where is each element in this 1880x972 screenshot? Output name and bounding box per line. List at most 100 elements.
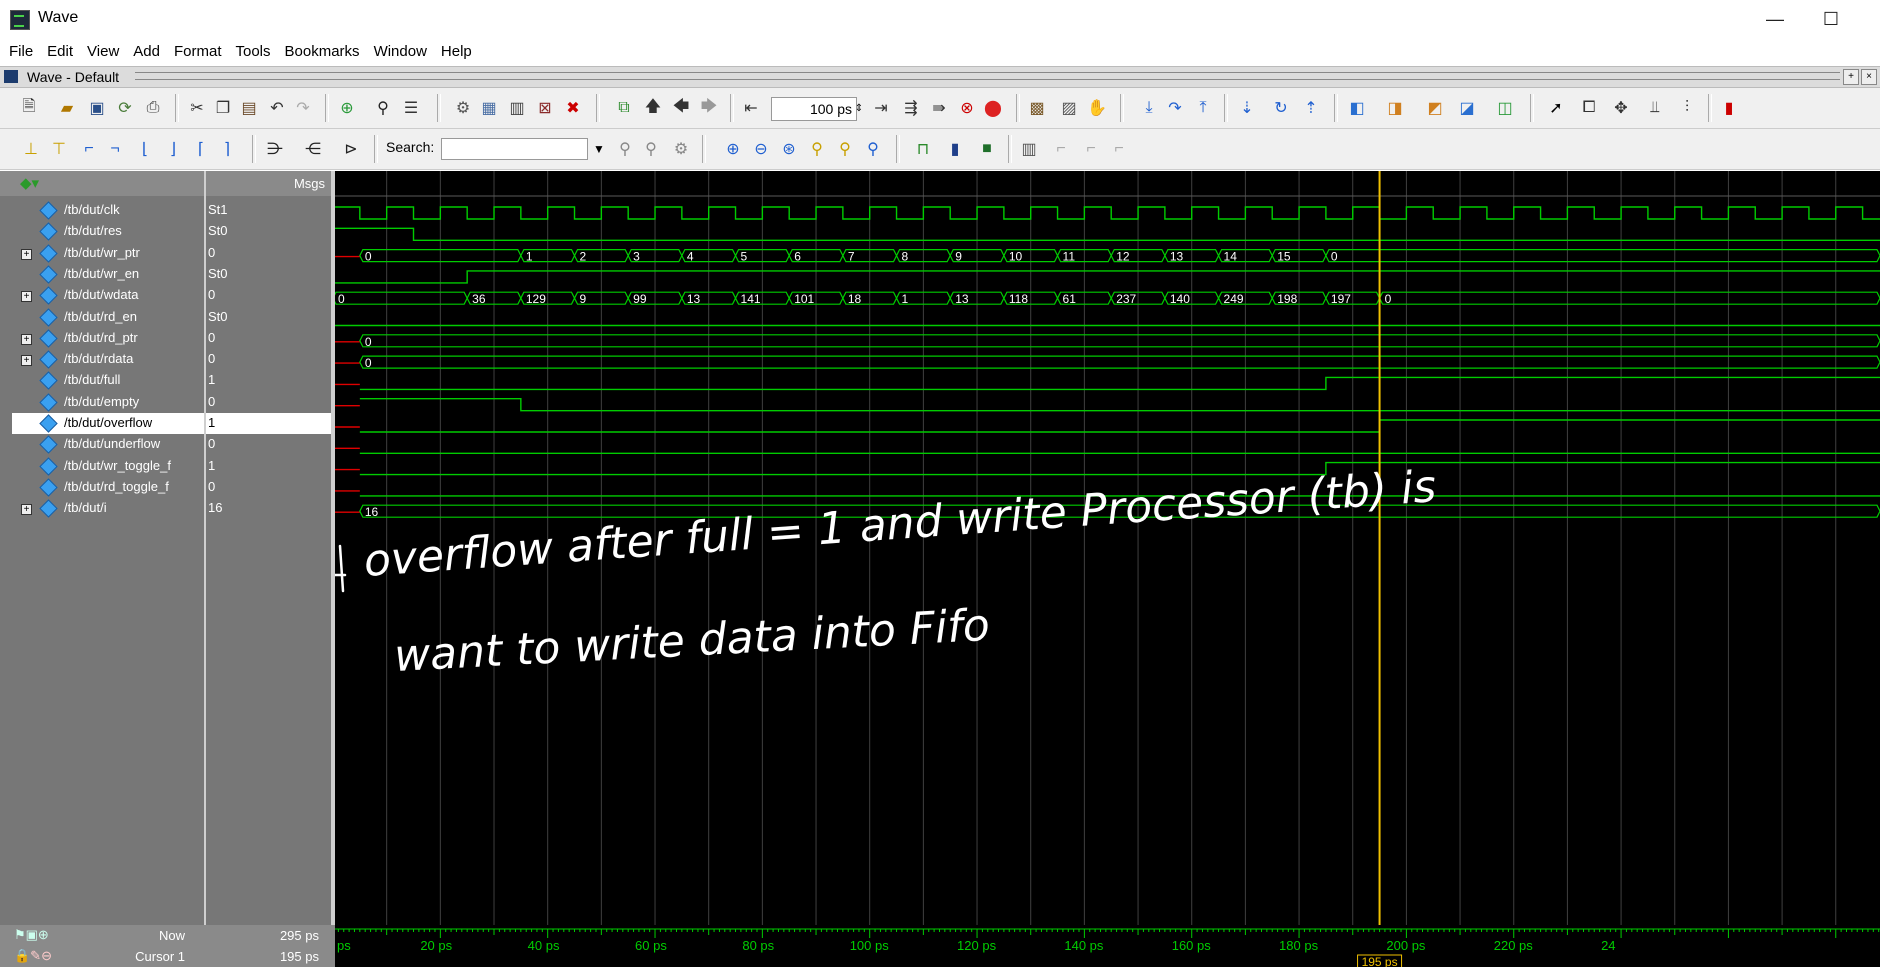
expand-toggle-icon[interactable]: + — [21, 248, 32, 260]
edge-icon-1[interactable]: ⊥ — [20, 138, 42, 160]
pan-icon[interactable]: ✥ — [1610, 97, 1632, 119]
zoom-in-icon[interactable]: ⊕ — [722, 138, 744, 160]
edit-icon[interactable]: ⫶ — [1676, 97, 1698, 119]
signal-value-row[interactable]: 0 — [206, 285, 331, 306]
signal-row[interactable]: + /tb/dut/wr_ptr — [12, 243, 204, 264]
up-arrow-icon[interactable]: 🡅 — [642, 97, 664, 119]
zoom-box-icon[interactable]: ⧠ — [1578, 97, 1600, 119]
run-all-icon[interactable]: ⇛ — [928, 97, 950, 119]
pane-drag-grip[interactable] — [135, 72, 1840, 80]
menu-tools[interactable]: Tools — [236, 43, 271, 60]
step-out-dropdown-icon[interactable]: ⇡ — [1300, 97, 1322, 119]
edge-icon-6[interactable]: ⌋ — [162, 138, 184, 160]
forward-arrow-icon[interactable]: 🡆 — [698, 97, 720, 119]
wave-format-icon-2[interactable]: ▮ — [944, 138, 966, 160]
signal-value-row[interactable]: St0 — [206, 307, 331, 328]
group-icon[interactable]: ⊳ — [340, 138, 362, 160]
simulate-icon[interactable]: ▥ — [506, 97, 528, 119]
signal-value-row[interactable]: 1 — [206, 370, 331, 391]
layout-icon-3[interactable]: ◩ — [1424, 97, 1446, 119]
expand-toggle-icon[interactable]: + — [21, 355, 32, 367]
step-over-icon[interactable]: ↷ — [1164, 97, 1186, 119]
signal-value-row[interactable]: St0 — [206, 264, 331, 285]
collapse-icon[interactable]: ⋺ — [264, 138, 286, 160]
maximize-button[interactable]: ☐ — [1808, 6, 1854, 32]
signal-row[interactable]: /tb/dut/res — [12, 221, 204, 242]
cursor-icon[interactable]: ⫫ — [1644, 97, 1666, 119]
wave-format-icon-3[interactable]: ■ — [976, 138, 998, 160]
wave-format-icon-5[interactable]: ⌐ — [1050, 138, 1072, 160]
signal-row[interactable]: + /tb/dut/wdata — [12, 285, 204, 306]
end-sim-icon[interactable]: ✖ — [562, 97, 584, 119]
run-length-field[interactable]: 100 ps — [771, 97, 857, 121]
menu-format[interactable]: Format — [174, 43, 222, 60]
search-prev-icon[interactable]: ⚲ — [614, 138, 636, 160]
open-folder-icon[interactable]: ▰ — [56, 97, 78, 119]
save-icon[interactable]: ▣ — [86, 97, 108, 119]
zoom-cursor-icon[interactable]: ⚲ — [806, 138, 828, 160]
menu-edit[interactable]: Edit — [47, 43, 73, 60]
signal-row[interactable]: /tb/dut/wr_en — [12, 264, 204, 285]
step-into-dropdown-icon[interactable]: ⇣ — [1236, 97, 1258, 119]
menu-add[interactable]: Add — [133, 43, 160, 60]
layout-icon-1[interactable]: ◧ — [1346, 97, 1368, 119]
layout-icon-4[interactable]: ◪ — [1456, 97, 1478, 119]
edge-icon-2[interactable]: ⊤ — [48, 138, 70, 160]
stop-icon[interactable]: ⊗ — [956, 97, 978, 119]
edge-icon-7[interactable]: ⌈ — [190, 138, 212, 160]
signal-row[interactable]: + /tb/dut/rdata — [12, 349, 204, 370]
reload-icon[interactable]: ⟳ — [114, 97, 136, 119]
signal-row[interactable]: + /tb/dut/i — [12, 498, 204, 519]
signal-value-row[interactable]: 1 — [206, 413, 331, 434]
zoom-range-icon[interactable]: ⚲ — [862, 138, 884, 160]
wave-format-icon-6[interactable]: ⌐ — [1080, 138, 1102, 160]
layout-icon-5[interactable]: ◫ — [1494, 97, 1516, 119]
edge-icon-5[interactable]: ⌊ — [134, 138, 156, 160]
print-icon[interactable]: ⎙ — [142, 97, 164, 119]
wave-format-icon-4[interactable]: ▥ — [1018, 138, 1040, 160]
dock-button[interactable]: + — [1843, 69, 1859, 85]
break-icon[interactable]: ⊠ — [534, 97, 556, 119]
close-pane-button[interactable]: × — [1861, 69, 1877, 85]
footer-icons[interactable]: ⚑▣⊕ — [14, 927, 49, 943]
step-into-icon[interactable]: ⤓ — [1138, 97, 1160, 119]
break-sim-icon[interactable]: ⬤ — [982, 97, 1004, 119]
hierarchy-icon[interactable]: ⧉ — [613, 97, 635, 119]
signal-value-row[interactable]: 16 — [206, 498, 331, 519]
search-dropdown-icon[interactable]: ▼ — [588, 138, 610, 160]
menu-file[interactable]: File — [9, 43, 33, 60]
expand-icon[interactable]: ⋲ — [302, 138, 324, 160]
signal-value-row[interactable]: 0 — [206, 349, 331, 370]
layout-icon-2[interactable]: ◨ — [1384, 97, 1406, 119]
menu-help[interactable]: Help — [441, 43, 472, 60]
expand-toggle-icon[interactable]: + — [21, 504, 32, 516]
signal-value-row[interactable]: St0 — [206, 221, 331, 242]
restart-icon[interactable]: ⇤ — [740, 97, 762, 119]
memory-icon[interactable]: ▨ — [1058, 97, 1080, 119]
expand-toggle-icon[interactable]: + — [21, 291, 32, 303]
step-out-icon[interactable]: ⤒ — [1192, 97, 1214, 119]
compile-all-icon[interactable]: ▦ — [478, 97, 500, 119]
minimize-button[interactable]: — — [1752, 6, 1798, 32]
performance-icon[interactable]: ▩ — [1026, 97, 1048, 119]
wave-format-icon-1[interactable]: ⊓ — [912, 138, 934, 160]
traffic-light-icon[interactable]: ▮ — [1718, 97, 1740, 119]
signal-row[interactable]: /tb/dut/underflow — [12, 434, 204, 455]
zoom-full-icon[interactable]: ⊛ — [778, 138, 800, 160]
expand-toggle-icon[interactable]: + — [21, 333, 32, 345]
cursor-icons[interactable]: 🔒✎⊖ — [14, 948, 52, 964]
copy-icon[interactable]: ❐ — [212, 97, 234, 119]
signal-row[interactable]: /tb/dut/overflow — [12, 413, 204, 434]
signal-row[interactable]: /tb/dut/rd_en — [12, 307, 204, 328]
run-icon[interactable]: ⇥ — [870, 97, 892, 119]
search-next-icon[interactable]: ⚲ — [640, 138, 662, 160]
step-over-dropdown-icon[interactable]: ↻ — [1270, 97, 1292, 119]
redo-icon[interactable]: ↷ — [292, 97, 314, 119]
select-pointer-icon[interactable]: ➚ — [1545, 97, 1567, 119]
search-input[interactable] — [441, 138, 588, 160]
add-icon[interactable]: ⊕ — [336, 97, 358, 119]
back-arrow-icon[interactable]: 🡄 — [670, 97, 692, 119]
menu-view[interactable]: View — [87, 43, 119, 60]
find-icon[interactable]: ⚲ — [372, 97, 394, 119]
signal-row[interactable]: /tb/dut/full — [12, 370, 204, 391]
